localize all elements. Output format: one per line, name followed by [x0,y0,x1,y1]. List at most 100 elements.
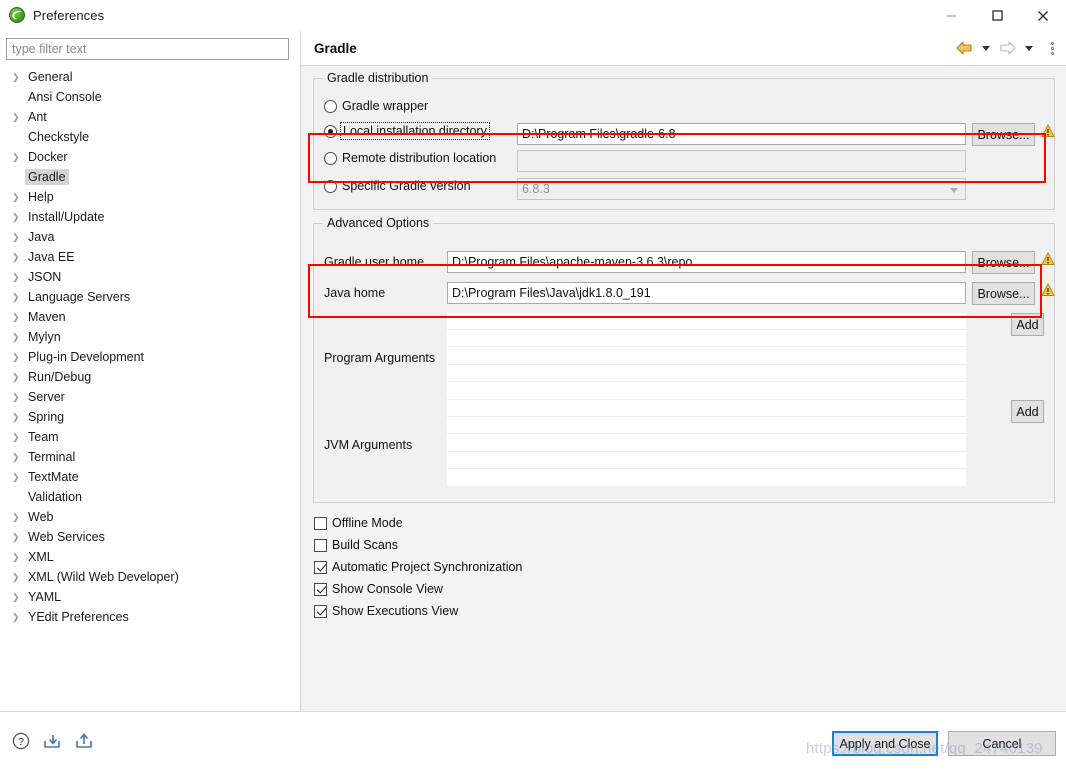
chevron-right-icon[interactable]: ❯ [10,352,25,362]
radio-specific-gradle-version-control[interactable] [324,179,337,193]
chevron-right-icon[interactable]: ❯ [10,432,25,442]
sidebar-item-java-ee[interactable]: ❯ Java EE [0,247,300,267]
chevron-right-icon[interactable]: ❯ [10,332,25,342]
checkbox-show-executions-view-control[interactable] [314,604,327,618]
sidebar-item-gradle[interactable]: Gradle [0,167,300,187]
chevron-right-icon[interactable]: ❯ [10,512,25,522]
chevron-right-icon[interactable]: ❯ [10,152,25,162]
table-row[interactable] [447,347,966,365]
sidebar-item-yaml[interactable]: ❯ YAML [0,587,300,607]
table-row[interactable] [447,313,966,331]
table-row[interactable] [447,400,966,418]
import-icon[interactable] [42,732,62,753]
sidebar-item-web[interactable]: ❯ Web [0,507,300,527]
sidebar-item-java[interactable]: ❯ Java [0,227,300,247]
radio-remote-distribution-location-control[interactable] [324,151,337,165]
sidebar-item-help[interactable]: ❯ Help [0,187,300,207]
back-arrow-icon[interactable] [955,40,974,56]
table-row[interactable] [447,434,966,452]
checkbox-offline-mode[interactable]: Offline Mode [314,516,403,530]
sidebar-item-run-debug[interactable]: ❯ Run/Debug [0,367,300,387]
sidebar-item-spring[interactable]: ❯ Spring [0,407,300,427]
specific-gradle-version-select[interactable]: 6.8.3 [517,178,966,200]
checkbox-show-executions-view[interactable]: Show Executions View [314,604,458,618]
sidebar-item-json[interactable]: ❯ JSON [0,267,300,287]
checkbox-automatic-project-synchronization-control[interactable] [314,560,327,574]
checkbox-show-console-view-control[interactable] [314,582,327,596]
preference-tree[interactable]: ❯ General Ansi Console ❯ Ant Checkstyle ❯ Docke… [0,67,300,707]
chevron-right-icon[interactable]: ❯ [10,312,25,322]
sidebar-item-install-update[interactable]: ❯ Install/Update [0,207,300,227]
add-jvm-argument-button[interactable]: Add [1011,400,1044,423]
checkbox-automatic-project-synchronization[interactable]: Automatic Project Synchronization [314,560,522,574]
chevron-right-icon[interactable]: ❯ [10,112,25,122]
sidebar-item-language-servers[interactable]: ❯ Language Servers [0,287,300,307]
checkbox-build-scans-control[interactable] [314,538,327,552]
sidebar-item-docker[interactable]: ❯ Docker [0,147,300,167]
sidebar-item-general[interactable]: ❯ General [0,67,300,87]
program-arguments-table[interactable] [447,313,966,399]
chevron-right-icon[interactable]: ❯ [10,452,25,462]
chevron-right-icon[interactable]: ❯ [10,252,25,262]
add-program-argument-button[interactable]: Add [1011,313,1044,336]
sidebar-item-team[interactable]: ❯ Team [0,427,300,447]
sidebar-item-yedit-preferences[interactable]: ❯ YEdit Preferences [0,607,300,627]
chevron-right-icon[interactable]: ❯ [10,472,25,482]
gradle-user-home-input[interactable]: D:\Program Files\apache-maven-3.6.3\repo [447,251,966,273]
browse-local-installation-button[interactable]: Browse... [972,123,1035,146]
sidebar-item-validation[interactable]: Validation [0,487,300,507]
sidebar-item-xml-wild-web-developer[interactable]: ❯ XML (Wild Web Developer) [0,567,300,587]
sidebar-item-server[interactable]: ❯ Server [0,387,300,407]
sidebar-item-web-services[interactable]: ❯ Web Services [0,527,300,547]
back-chevron-down-icon[interactable] [982,45,990,51]
table-row[interactable] [447,382,966,399]
table-row[interactable] [447,365,966,382]
jvm-arguments-table[interactable] [447,400,966,486]
radio-specific-gradle-version[interactable]: Specific Gradle version [324,179,471,193]
sidebar-item-textmate[interactable]: ❯ TextMate [0,467,300,487]
forward-arrow-icon[interactable] [998,40,1017,56]
browse-gradle-user-home-button[interactable]: Browse... [972,251,1035,274]
sidebar-item-ant[interactable]: ❯ Ant [0,107,300,127]
chevron-right-icon[interactable]: ❯ [10,532,25,542]
chevron-right-icon[interactable]: ❯ [10,552,25,562]
table-row[interactable] [447,330,966,348]
maximize-icon[interactable] [974,0,1020,31]
checkbox-offline-mode-control[interactable] [314,516,327,530]
radio-gradle-wrapper-control[interactable] [324,99,337,113]
sidebar-item-ansi-console[interactable]: Ansi Console [0,87,300,107]
radio-remote-distribution-location[interactable]: Remote distribution location [324,151,496,165]
help-icon[interactable]: ? [12,732,30,753]
sidebar-item-plug-in-development[interactable]: ❯ Plug-in Development [0,347,300,367]
chevron-right-icon[interactable]: ❯ [10,292,25,302]
java-home-input[interactable]: D:\Program Files\Java\jdk1.8.0_191 [447,282,966,304]
table-row[interactable] [447,452,966,469]
radio-local-installation-directory-control[interactable] [324,124,337,138]
sidebar-item-terminal[interactable]: ❯ Terminal [0,447,300,467]
radio-local-installation-directory[interactable]: Local installation directory [324,122,490,140]
remote-distribution-location-input[interactable] [517,150,966,172]
chevron-right-icon[interactable]: ❯ [10,212,25,222]
table-row[interactable] [447,469,966,486]
checkbox-show-console-view[interactable]: Show Console View [314,582,443,596]
chevron-right-icon[interactable]: ❯ [10,272,25,282]
search-input[interactable]: type filter text [6,38,289,60]
chevron-right-icon[interactable]: ❯ [10,412,25,422]
close-icon[interactable] [1020,0,1066,31]
local-installation-directory-input[interactable]: D:\Program Files\gradle-6.8 [517,123,966,145]
vertical-dots-icon[interactable] [1047,41,1058,55]
checkbox-build-scans[interactable]: Build Scans [314,538,398,552]
forward-chevron-down-icon[interactable] [1025,45,1033,51]
radio-gradle-wrapper[interactable]: Gradle wrapper [324,99,428,113]
sidebar-item-mylyn[interactable]: ❯ Mylyn [0,327,300,347]
minimize-icon[interactable] [928,0,974,31]
table-row[interactable] [447,417,966,435]
chevron-right-icon[interactable]: ❯ [10,572,25,582]
export-icon[interactable] [74,732,94,753]
chevron-right-icon[interactable]: ❯ [10,232,25,242]
apply-and-close-button[interactable]: Apply and Close [832,731,938,756]
sidebar-item-maven[interactable]: ❯ Maven [0,307,300,327]
cancel-button[interactable]: Cancel [948,731,1056,756]
chevron-right-icon[interactable]: ❯ [10,592,25,602]
chevron-right-icon[interactable]: ❯ [10,612,25,622]
